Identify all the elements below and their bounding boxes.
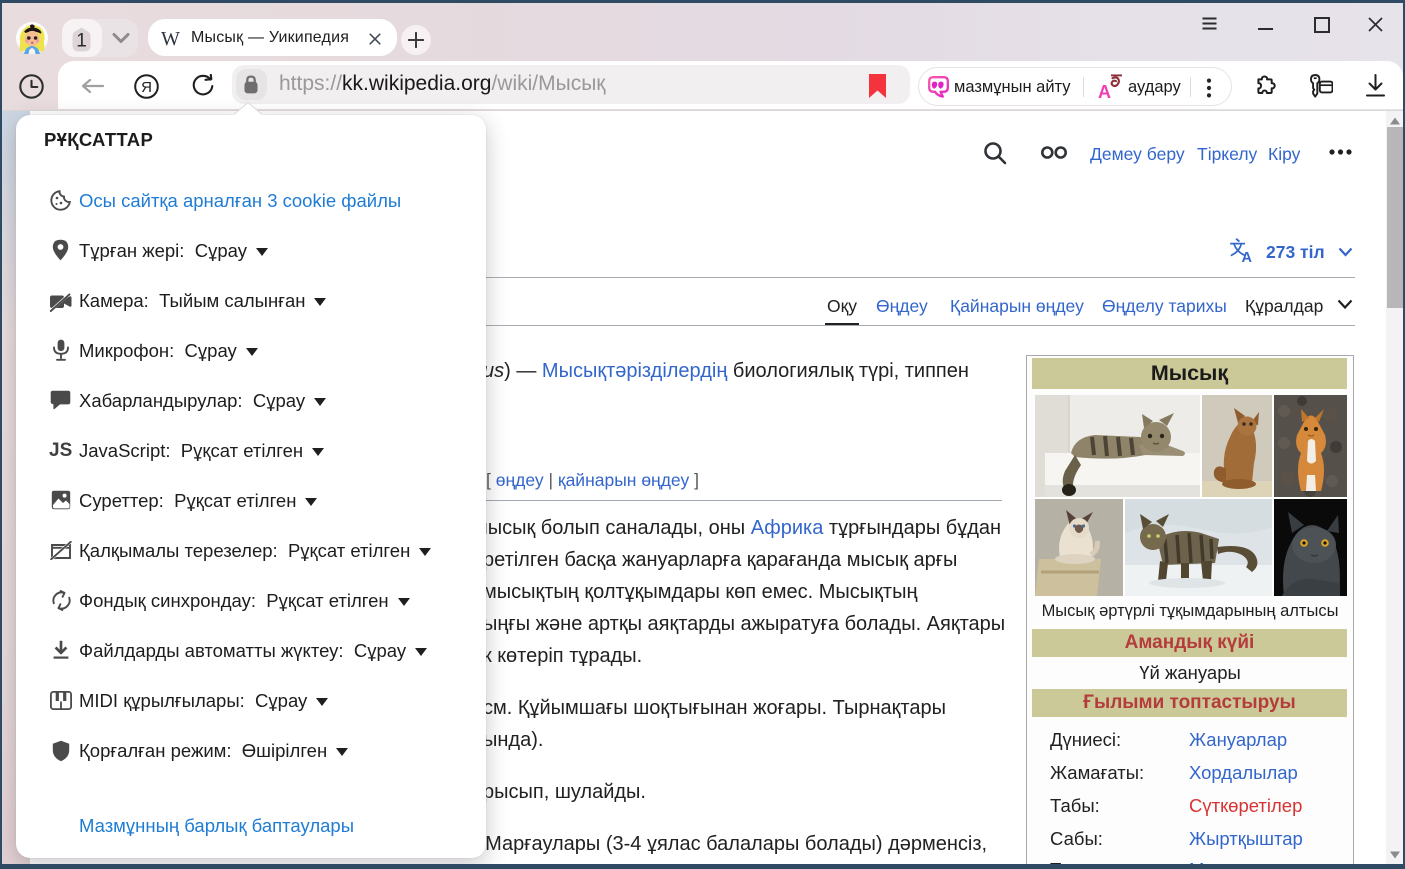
svg-text:Я: Я (141, 79, 152, 96)
svg-text:А: А (1242, 250, 1253, 263)
svg-text:1: 1 (76, 30, 87, 51)
svg-text:А: А (1098, 82, 1111, 100)
